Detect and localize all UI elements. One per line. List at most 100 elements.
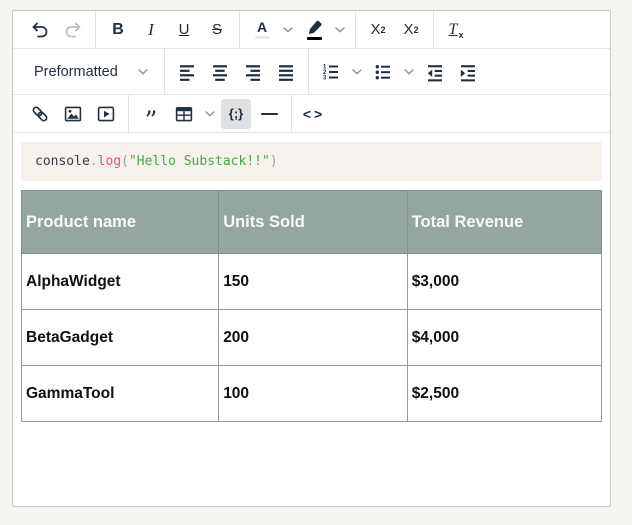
list-group: 1 2 3 — [316, 57, 483, 87]
image-icon — [64, 106, 82, 121]
block-format-select[interactable]: Preformatted — [25, 55, 157, 89]
numbered-list-button[interactable]: 1 2 3 — [316, 57, 346, 87]
toolbar-separator — [128, 95, 129, 132]
table-cell[interactable]: $3,000 — [406, 253, 603, 310]
table-header-cell-units[interactable]: Units Sold — [218, 190, 408, 254]
insert-group — [25, 99, 121, 129]
toolbar-row-2: Preformatted 1 2 3 — [13, 49, 610, 95]
align-center-button[interactable] — [205, 57, 235, 87]
align-right-icon — [246, 64, 260, 81]
color-group: A — [247, 15, 348, 45]
code-token: "Hello Substack!!" — [128, 154, 270, 169]
blockquote-button[interactable]: ” — [136, 99, 166, 135]
text-color-menu-button[interactable] — [280, 15, 296, 45]
data-table[interactable]: Product name Units Sold Total Revenue Al… — [20, 190, 603, 422]
align-justify-button[interactable] — [271, 57, 301, 87]
table-row: GammaTool 100 $2,500 — [20, 365, 603, 422]
table-cell[interactable]: $4,000 — [406, 309, 603, 366]
code-sample-icon: {;} — [228, 106, 244, 121]
code-token: ( — [121, 154, 129, 169]
blockquote-icon: ” — [144, 105, 158, 135]
table-button[interactable] — [169, 99, 199, 129]
table-icon — [175, 106, 193, 121]
table-cell[interactable]: 150 — [218, 253, 408, 310]
undo-icon — [32, 22, 48, 37]
table-cell[interactable]: GammaTool — [20, 365, 220, 422]
table-cell[interactable]: BetaGadget — [20, 309, 220, 366]
align-right-button[interactable] — [238, 57, 268, 87]
underline-icon: U — [178, 21, 190, 38]
align-left-icon — [180, 64, 194, 81]
align-left-button[interactable] — [172, 57, 202, 87]
highlight-color-icon — [306, 20, 323, 40]
source-code-icon: <> — [302, 105, 326, 122]
outdent-icon — [427, 64, 442, 81]
bullet-list-button[interactable] — [368, 57, 398, 87]
bold-icon: B — [112, 20, 124, 38]
text-color-button[interactable]: A — [247, 15, 277, 45]
code-token: . — [89, 154, 98, 169]
text-style-group: B I U S — [103, 15, 232, 45]
horizontal-rule-icon — [260, 112, 278, 115]
code-token: console — [35, 154, 90, 169]
table-menu-button[interactable] — [202, 99, 218, 129]
table-cell[interactable]: $2,500 — [406, 365, 603, 422]
toolbar-row-1: B I U S A X 2 X 2 T x — [13, 11, 610, 49]
subscript-icon: X — [403, 21, 414, 38]
bold-button[interactable]: B — [103, 15, 133, 45]
code-block[interactable]: console.log("Hello Substack!!") — [21, 142, 602, 181]
strikethrough-icon: S — [211, 21, 222, 38]
image-button[interactable] — [58, 99, 88, 129]
chevron-down-icon — [138, 68, 148, 75]
code-token: log — [97, 154, 122, 169]
superscript-icon: X — [370, 21, 381, 38]
italic-button[interactable]: I — [136, 15, 166, 45]
toolbar-separator — [291, 95, 292, 132]
source-code-button[interactable]: <> — [299, 99, 329, 129]
indent-button[interactable] — [453, 57, 483, 87]
chevron-down-icon — [283, 26, 293, 33]
underline-button[interactable]: U — [169, 15, 199, 45]
highlight-color-menu-button[interactable] — [332, 15, 348, 45]
code-token: ) — [269, 154, 278, 169]
text-color-swatch — [254, 35, 270, 39]
toolbar-separator — [308, 49, 309, 94]
table-header-cell-revenue[interactable]: Total Revenue — [406, 190, 603, 254]
history-group — [25, 15, 88, 45]
subscript-button[interactable]: X2 — [396, 15, 426, 45]
outdent-button[interactable] — [420, 57, 450, 87]
chevron-down-icon — [404, 68, 414, 75]
highlight-color-button[interactable] — [299, 15, 329, 45]
clear-formatting-icon: T — [448, 20, 458, 38]
numbered-list-menu-button[interactable] — [349, 57, 365, 87]
superscript-button[interactable]: X2 — [363, 15, 393, 45]
chevron-down-icon — [335, 26, 345, 33]
table-cell[interactable]: AlphaWidget — [20, 253, 220, 310]
horizontal-rule-button[interactable] — [254, 99, 284, 129]
table-cell[interactable]: 200 — [218, 309, 408, 366]
block-insert-group: ” {;} — [136, 98, 284, 135]
table-cell[interactable]: 100 — [218, 365, 408, 422]
toolbar-separator — [355, 11, 356, 48]
align-center-icon — [213, 64, 227, 81]
chevron-down-icon — [205, 110, 215, 117]
media-button[interactable] — [91, 99, 121, 129]
undo-button[interactable] — [25, 15, 55, 45]
link-button[interactable] — [25, 99, 55, 129]
redo-icon — [65, 22, 81, 37]
marker-pen-icon — [308, 20, 321, 34]
table-header-row: Product name Units Sold Total Revenue — [20, 190, 603, 254]
strikethrough-button[interactable]: S — [202, 15, 232, 45]
clear-formatting-button[interactable]: T x — [441, 15, 471, 45]
redo-button[interactable] — [58, 15, 88, 45]
text-color-icon: A — [254, 20, 270, 39]
align-justify-icon — [279, 64, 293, 81]
toolbar-separator — [239, 11, 240, 48]
bullet-list-menu-button[interactable] — [401, 57, 417, 87]
table-row: BetaGadget 200 $4,000 — [20, 309, 603, 366]
code-sample-button[interactable]: {;} — [221, 98, 251, 129]
table-header-cell-product[interactable]: Product name — [20, 190, 220, 254]
editor-content[interactable]: console.log("Hello Substack!!") Product … — [13, 133, 610, 431]
media-icon — [97, 106, 115, 121]
toolbar-row-3: ” {;} <> — [13, 95, 610, 133]
